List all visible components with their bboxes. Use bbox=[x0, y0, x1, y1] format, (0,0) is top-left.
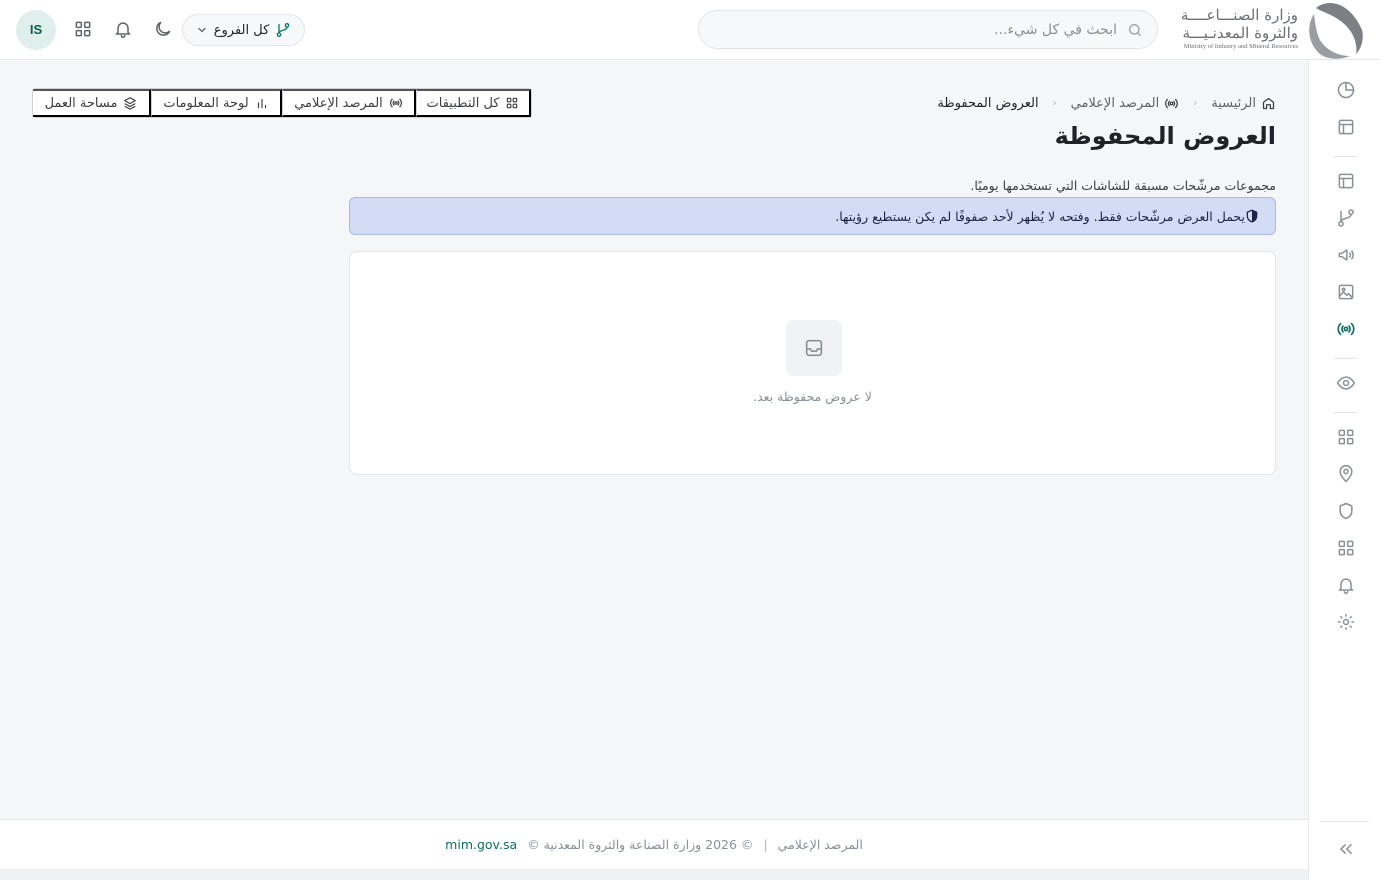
saved-views-card: لا عروض محفوظة بعد. bbox=[349, 251, 1276, 475]
bell-icon[interactable] bbox=[1336, 575, 1356, 595]
sidebar-collapse-button[interactable] bbox=[1336, 839, 1356, 859]
bar-chart-icon bbox=[255, 96, 269, 110]
branch-icon bbox=[275, 22, 291, 38]
broadcast-icon bbox=[389, 96, 403, 110]
gear-icon[interactable] bbox=[1336, 612, 1356, 632]
layout-icon[interactable] bbox=[1336, 171, 1356, 191]
eye-icon[interactable] bbox=[1336, 373, 1356, 393]
breadcrumb-separator-icon: ‹ bbox=[1193, 97, 1198, 109]
info-notice-text: يحمل العرض مرشّحات فقط. وفتحه لا يُظهر ل… bbox=[835, 208, 1245, 224]
grid-icon[interactable] bbox=[1336, 538, 1356, 558]
notifications-button[interactable] bbox=[111, 19, 133, 41]
shield-icon[interactable] bbox=[1336, 501, 1356, 521]
grid-icon bbox=[505, 96, 519, 110]
sidebar-divider bbox=[1333, 156, 1357, 157]
ministry-name-english: Ministry of Industry and Mineral Resourc… bbox=[1183, 43, 1298, 50]
footer-separator: | bbox=[763, 837, 768, 852]
page-title: العروض المحفوظة bbox=[1054, 122, 1276, 150]
branch-icon[interactable] bbox=[1336, 208, 1356, 228]
broadcast-icon[interactable] bbox=[1336, 319, 1356, 339]
sidebar-divider bbox=[1333, 412, 1357, 413]
apps-launcher-button[interactable] bbox=[71, 19, 93, 41]
footer-copyright: © 2026 وزارة الصناعة والثروة المعدنية © bbox=[527, 837, 754, 852]
branch-selector-label: كل الفروع bbox=[213, 22, 270, 38]
shield-half-icon bbox=[1245, 209, 1259, 223]
sidebar bbox=[1308, 60, 1380, 880]
empty-state-message: لا عروض محفوظة بعد. bbox=[753, 389, 872, 404]
global-search[interactable] bbox=[698, 10, 1158, 49]
all-apps-button[interactable]: كل التطبيقات bbox=[416, 89, 531, 117]
breadcrumb-home-label: الرئيسية bbox=[1211, 95, 1256, 111]
sidebar-divider bbox=[1321, 821, 1369, 822]
search-input[interactable] bbox=[699, 11, 1157, 48]
dashboard-button[interactable]: لوحة المعلومات bbox=[151, 89, 282, 117]
ministry-logo-icon[interactable] bbox=[1306, 0, 1368, 60]
workspace-label: مساحة العمل bbox=[44, 95, 118, 111]
grid-icon[interactable] bbox=[1336, 427, 1356, 447]
chart-pie-icon[interactable] bbox=[1336, 80, 1356, 100]
breadcrumb: الرئيسية ‹ المرصد الإعلامي ‹ العروض المح… bbox=[937, 92, 1276, 114]
footer-app-name: المرصد الإعلامي bbox=[777, 837, 863, 852]
sidebar-divider bbox=[1333, 358, 1357, 359]
info-notice: يحمل العرض مرشّحات فقط. وفتحه لا يُظهر ل… bbox=[349, 197, 1276, 235]
inbox-icon bbox=[786, 320, 842, 376]
ministry-name-line2: والثروة المعدنـيـــة bbox=[1182, 24, 1299, 42]
media-monitor-button[interactable]: المرصد الإعلامي bbox=[282, 89, 416, 117]
layers-icon bbox=[123, 96, 137, 110]
ministry-name: وزارة الصنـــاعــــة والثروة المعدنـيـــ… bbox=[1170, 6, 1298, 56]
megaphone-icon[interactable] bbox=[1336, 245, 1356, 265]
ministry-name-line1: وزارة الصنـــاعــــة bbox=[1180, 6, 1298, 24]
location-icon[interactable] bbox=[1336, 464, 1356, 484]
bottom-strip bbox=[0, 869, 1308, 880]
broadcast-icon bbox=[1164, 96, 1179, 111]
moon-icon bbox=[151, 19, 173, 39]
dashboard-label: لوحة المعلومات bbox=[163, 95, 249, 111]
chevron-down-icon bbox=[196, 24, 208, 36]
media-monitor-label: المرصد الإعلامي bbox=[294, 95, 383, 111]
grid-icon bbox=[71, 19, 93, 39]
layout-icon[interactable] bbox=[1336, 117, 1356, 137]
breadcrumb-current: العروض المحفوظة bbox=[937, 95, 1039, 111]
footer: المرصد الإعلامي | © 2026 وزارة الصناعة و… bbox=[0, 819, 1308, 869]
breadcrumb-home[interactable]: الرئيسية bbox=[1211, 96, 1276, 111]
workspace-button[interactable]: مساحة العمل bbox=[33, 89, 151, 117]
breadcrumb-separator-icon: ‹ bbox=[1052, 97, 1057, 109]
quick-nav-group: كل التطبيقات المرصد الإعلامي لوحة المعلو… bbox=[32, 88, 532, 118]
home-icon bbox=[1261, 96, 1276, 111]
top-bar: وزارة الصنـــاعــــة والثروة المعدنـيـــ… bbox=[0, 0, 1380, 60]
breadcrumb-media-monitor[interactable]: المرصد الإعلامي bbox=[1071, 96, 1180, 111]
bell-icon bbox=[111, 19, 133, 39]
footer-link[interactable]: mim.gov.sa bbox=[445, 837, 517, 852]
image-icon[interactable] bbox=[1336, 282, 1356, 302]
dark-mode-toggle[interactable] bbox=[151, 19, 173, 41]
page-description: مجموعات مرشّحات مسبقة للشاشات التي تستخد… bbox=[970, 178, 1276, 193]
chevrons-left-icon bbox=[1336, 839, 1356, 859]
all-apps-label: كل التطبيقات bbox=[426, 95, 500, 111]
user-avatar[interactable]: IS bbox=[16, 10, 56, 50]
branch-selector[interactable]: كل الفروع bbox=[182, 14, 305, 46]
breadcrumb-media-monitor-label: المرصد الإعلامي bbox=[1070, 95, 1160, 111]
